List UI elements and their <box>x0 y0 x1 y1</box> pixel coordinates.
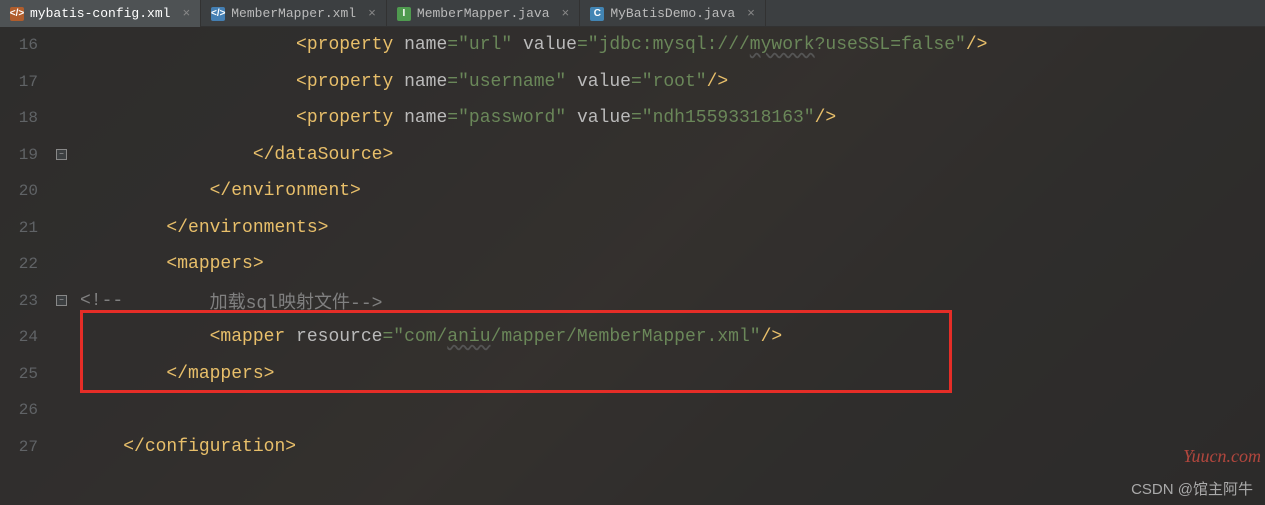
code-line: <mappers> <box>80 246 1265 283</box>
code-line: </dataSource> <box>80 137 1265 174</box>
tab-bar: </> mybatis-config.xml × </> MemberMappe… <box>0 0 1265 27</box>
close-icon[interactable]: × <box>368 6 376 21</box>
interface-icon: I <box>397 7 411 21</box>
line-number: 20 <box>0 173 38 210</box>
tab-label: MyBatisDemo.java <box>610 6 735 21</box>
tab-member-mapper-xml[interactable]: </> MemberMapper.xml × <box>201 0 387 27</box>
fold-column: − − <box>50 27 80 505</box>
tab-label: MemberMapper.java <box>417 6 550 21</box>
line-number: 19 <box>0 137 38 174</box>
close-icon[interactable]: × <box>182 6 190 21</box>
line-number: 25 <box>0 356 38 393</box>
line-number: 27 <box>0 429 38 466</box>
code-line: </environments> <box>80 210 1265 247</box>
fold-toggle[interactable]: − <box>56 295 67 306</box>
xml-icon: </> <box>211 7 225 21</box>
code-area[interactable]: <property name="url" value="jdbc:mysql:/… <box>80 27 1265 505</box>
code-editor[interactable]: 161718192021222324252627 − − <property n… <box>0 27 1265 505</box>
tab-label: mybatis-config.xml <box>30 6 170 21</box>
code-line: <!-- 加载sql映射文件--> <box>80 283 1265 320</box>
line-number: 26 <box>0 392 38 429</box>
code-line: <property name="username" value="root"/> <box>80 64 1265 101</box>
close-icon[interactable]: × <box>747 6 755 21</box>
code-line: <mapper resource="com/aniu/mapper/Member… <box>80 319 1265 356</box>
watermark-yuucn: Yuucn.com <box>1183 446 1261 467</box>
line-number: 18 <box>0 100 38 137</box>
line-number: 16 <box>0 27 38 64</box>
xml-icon: </> <box>10 7 24 21</box>
code-line: <property name="password" value="ndh1559… <box>80 100 1265 137</box>
line-number: 21 <box>0 210 38 247</box>
line-number: 23 <box>0 283 38 320</box>
fold-toggle[interactable]: − <box>56 149 67 160</box>
close-icon[interactable]: × <box>562 6 570 21</box>
code-line: <property name="url" value="jdbc:mysql:/… <box>80 27 1265 64</box>
line-number: 24 <box>0 319 38 356</box>
code-line <box>80 392 1265 429</box>
line-gutter: 161718192021222324252627 <box>0 27 50 505</box>
line-number: 17 <box>0 64 38 101</box>
tab-mybatis-demo[interactable]: C MyBatisDemo.java × <box>580 0 766 27</box>
tab-member-mapper-java[interactable]: I MemberMapper.java × <box>387 0 580 27</box>
line-number: 22 <box>0 246 38 283</box>
code-line: </mappers> <box>80 356 1265 393</box>
watermark-csdn: CSDN @馆主阿牛 <box>1131 478 1253 499</box>
tab-label: MemberMapper.xml <box>231 6 356 21</box>
code-line: </environment> <box>80 173 1265 210</box>
class-icon: C <box>590 7 604 21</box>
tab-mybatis-config[interactable]: </> mybatis-config.xml × <box>0 0 201 27</box>
code-line: </configuration> <box>80 429 1265 466</box>
